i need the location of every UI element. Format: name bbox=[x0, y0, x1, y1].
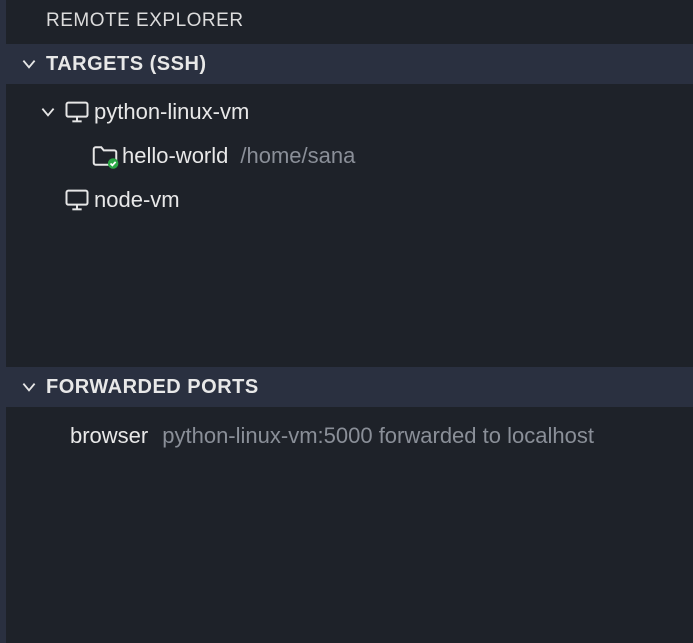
section-header-ports[interactable]: FORWARDED PORTS bbox=[6, 367, 693, 407]
chevron-down-icon bbox=[18, 376, 40, 398]
folder-connected-icon bbox=[88, 141, 122, 171]
target-host-node-vm[interactable]: node-vm bbox=[6, 178, 693, 222]
target-host-python-linux-vm[interactable]: python-linux-vm bbox=[6, 90, 693, 134]
panel-title: REMOTE EXPLORER bbox=[6, 0, 693, 44]
target-host-label: python-linux-vm bbox=[94, 99, 249, 125]
section-header-targets[interactable]: TARGETS (SSH) bbox=[6, 44, 693, 84]
chevron-down-icon bbox=[36, 103, 60, 121]
forwarded-port-label: browser bbox=[70, 423, 148, 449]
monitor-icon bbox=[60, 98, 94, 126]
ports-list: browser python-linux-vm:5000 forwarded t… bbox=[6, 407, 693, 461]
forwarded-port-browser[interactable]: browser python-linux-vm:5000 forwarded t… bbox=[6, 411, 693, 461]
target-folder-hello-world[interactable]: hello-world /home/sana bbox=[6, 134, 693, 178]
section-title-ports: FORWARDED PORTS bbox=[46, 376, 259, 399]
forwarded-port-description: python-linux-vm:5000 forwarded to localh… bbox=[162, 423, 594, 449]
targets-tree: python-linux-vm hello-world /home/sana n… bbox=[6, 84, 693, 367]
section-title-targets: TARGETS (SSH) bbox=[46, 53, 207, 76]
chevron-down-icon bbox=[18, 53, 40, 75]
target-folder-path: /home/sana bbox=[240, 143, 355, 169]
target-host-label: node-vm bbox=[94, 187, 180, 213]
target-folder-label: hello-world bbox=[122, 143, 228, 169]
monitor-icon bbox=[60, 186, 94, 214]
